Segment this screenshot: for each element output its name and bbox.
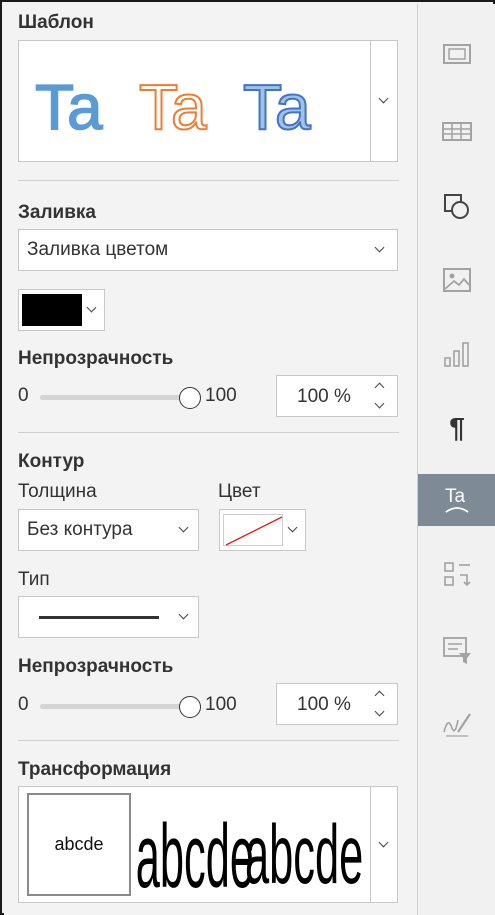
table-settings-icon bbox=[442, 122, 472, 141]
svg-text:Ta: Ta bbox=[445, 486, 466, 507]
contour-heading: Контур bbox=[18, 451, 85, 472]
chevron-down-icon bbox=[86, 302, 97, 313]
chevron-down-icon bbox=[378, 93, 389, 104]
fill-opacity-value: 100 % bbox=[297, 386, 351, 407]
contour-opacity-min: 0 bbox=[18, 694, 29, 715]
image-settings-icon bbox=[443, 268, 471, 292]
fill-opacity-max: 100 bbox=[205, 385, 237, 406]
contour-opacity-slider-thumb[interactable] bbox=[179, 696, 201, 718]
chevron-down-icon bbox=[178, 522, 189, 533]
settings-window: Шаблон Ta Ta Ta Заливка Заливка цветом Н… bbox=[0, 0, 495, 915]
no-color-swatch bbox=[223, 514, 283, 546]
contour-opacity-label: Непрозрачность bbox=[18, 656, 174, 677]
no-color-icon bbox=[225, 516, 283, 546]
sidebar-table-settings[interactable] bbox=[418, 105, 495, 157]
separator bbox=[18, 180, 399, 181]
decrement-arrow-icon[interactable] bbox=[374, 398, 385, 409]
sidebar-chart-settings[interactable] bbox=[418, 328, 495, 380]
line-type-label: Тип bbox=[18, 569, 50, 590]
template-preview: Ta Ta Ta bbox=[19, 41, 370, 161]
fill-type-select[interactable]: Заливка цветом bbox=[18, 229, 398, 271]
thickness-select[interactable]: Без контура bbox=[18, 509, 199, 551]
sidebar-form-settings[interactable] bbox=[418, 549, 495, 601]
thickness-label: Толщина bbox=[18, 481, 97, 502]
transform-dropdown-button[interactable] bbox=[370, 787, 398, 902]
thickness-value: Без контура bbox=[27, 519, 133, 540]
separator bbox=[18, 740, 399, 741]
fill-heading: Заливка bbox=[18, 202, 96, 223]
transform-picker[interactable]: abcde abcde abcde bbox=[18, 786, 398, 903]
increment-arrow-icon[interactable] bbox=[374, 382, 385, 393]
contour-opacity-max: 100 bbox=[205, 694, 237, 715]
text-art-settings-panel: Шаблон Ta Ta Ta Заливка Заливка цветом Н… bbox=[4, 4, 417, 915]
sidebar-slide-settings[interactable] bbox=[418, 28, 495, 80]
fill-opacity-slider-track[interactable] bbox=[40, 395, 190, 400]
paragraph-settings-icon: ¶ bbox=[449, 412, 465, 443]
chevron-down-icon bbox=[287, 522, 298, 533]
transform-sample-none[interactable]: abcde bbox=[27, 793, 131, 896]
mail-merge-icon bbox=[443, 637, 471, 664]
sidebar-paragraph-settings[interactable]: ¶ bbox=[418, 402, 495, 454]
template-dropdown-button[interactable] bbox=[370, 41, 398, 161]
template-sample-3[interactable]: Ta bbox=[242, 70, 312, 144]
chevron-down-icon bbox=[374, 242, 385, 253]
separator bbox=[18, 432, 399, 433]
chart-settings-icon bbox=[444, 342, 469, 367]
sidebar-mail-merge[interactable] bbox=[418, 624, 495, 676]
line-style-preview bbox=[39, 616, 159, 619]
sidebar-signature-settings[interactable] bbox=[418, 697, 495, 749]
chevron-down-icon bbox=[178, 609, 189, 620]
signature-settings-icon bbox=[443, 713, 471, 737]
template-samples: Ta Ta Ta bbox=[34, 70, 312, 144]
increment-arrow-icon[interactable] bbox=[374, 690, 385, 701]
sidebar-shape-settings[interactable] bbox=[418, 180, 495, 232]
template-picker[interactable]: Ta Ta Ta bbox=[18, 40, 398, 162]
contour-color-label: Цвет bbox=[218, 481, 261, 502]
fill-opacity-slider-thumb[interactable] bbox=[179, 387, 201, 409]
fill-color-picker[interactable] bbox=[18, 289, 105, 331]
contour-opacity-slider-track[interactable] bbox=[40, 704, 190, 709]
sidebar-image-settings[interactable] bbox=[418, 254, 495, 306]
fill-color-swatch bbox=[22, 294, 82, 326]
chevron-down-icon bbox=[378, 837, 389, 848]
sidebar-text-art-settings[interactable]: Ta bbox=[418, 474, 495, 526]
settings-sidebar: ¶ Ta bbox=[417, 4, 495, 915]
transform-heading: Трансформация bbox=[18, 759, 172, 780]
transform-sample-wave[interactable]: abcde bbox=[245, 809, 363, 902]
transform-sample-none-text: abcde bbox=[54, 834, 104, 854]
form-settings-icon bbox=[444, 562, 471, 587]
contour-color-picker[interactable] bbox=[219, 509, 306, 551]
fill-opacity-label: Непрозрачность bbox=[18, 348, 174, 369]
fill-type-value: Заливка цветом bbox=[27, 239, 169, 260]
shape-settings-icon bbox=[444, 194, 469, 219]
contour-opacity-spinner[interactable]: 100 % bbox=[276, 683, 398, 725]
fill-opacity-min: 0 bbox=[18, 385, 29, 406]
fill-opacity-spinner[interactable]: 100 % bbox=[276, 375, 398, 417]
template-heading: Шаблон bbox=[18, 12, 94, 33]
contour-opacity-value: 100 % bbox=[297, 694, 351, 715]
decrement-arrow-icon[interactable] bbox=[374, 706, 385, 717]
template-sample-1[interactable]: Ta bbox=[34, 70, 104, 144]
text-art-settings-icon: Ta bbox=[445, 486, 469, 513]
line-type-select[interactable] bbox=[18, 596, 199, 638]
transform-sample-stretch[interactable]: abcde bbox=[136, 806, 254, 902]
template-sample-2[interactable]: Ta bbox=[138, 70, 208, 144]
slide-settings-icon bbox=[443, 44, 471, 64]
transform-samples: abcde abcde bbox=[136, 806, 363, 902]
